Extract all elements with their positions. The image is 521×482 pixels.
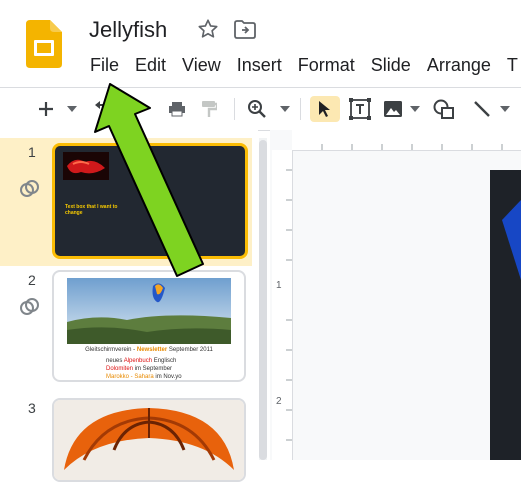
menu-format[interactable]: Format [290, 52, 363, 78]
zoom-icon[interactable] [244, 96, 270, 122]
menu-insert[interactable]: Insert [229, 52, 290, 78]
paraglider-photo [67, 278, 231, 344]
star-icon[interactable] [197, 18, 219, 40]
paint-format-icon[interactable] [198, 96, 220, 122]
jellyfish-image [63, 152, 109, 180]
menu-tools[interactable]: T [499, 52, 521, 78]
slide-thumbnail-1[interactable]: Text box that I want to change [52, 143, 248, 259]
filmstrip-scrollbar[interactable] [259, 140, 267, 460]
zoom-chevron-icon[interactable] [278, 96, 292, 122]
horizontal-ruler [292, 130, 521, 151]
bullet-list [145, 180, 165, 194]
slide-filmstrip: 1 Text box that I want to change 2 Gleit… [0, 130, 258, 482]
undo-icon[interactable] [90, 96, 116, 122]
slide-thumbnail-2[interactable]: Gleitschirmverein - Newsletter September… [52, 270, 246, 382]
slide-canvas-area [270, 130, 521, 460]
select-icon[interactable] [310, 96, 340, 122]
slide-row-3[interactable]: 3 [0, 390, 252, 482]
folder-move-icon[interactable] [234, 20, 256, 40]
shape-icon[interactable] [430, 96, 458, 122]
document-title[interactable]: Jellyfish [89, 17, 167, 43]
line-chevron-icon[interactable] [498, 96, 512, 122]
line-icon[interactable] [468, 96, 496, 122]
slide-row-1[interactable]: 1 Text box that I want to change [0, 138, 252, 266]
chevron-down-icon[interactable] [64, 96, 80, 122]
ruler-mark-2: 2 [276, 396, 282, 407]
image-chevron-icon[interactable] [408, 96, 422, 122]
menu-file[interactable]: File [82, 52, 127, 78]
vertical-ruler: 1 2 [272, 150, 293, 460]
slides-logo-icon[interactable] [26, 20, 62, 68]
link-icon [18, 178, 40, 200]
add-icon[interactable] [30, 96, 62, 122]
slide-number: 3 [28, 400, 36, 416]
orange-paraglider-photo [54, 400, 244, 480]
link-icon [18, 296, 40, 318]
menu-edit[interactable]: Edit [127, 52, 174, 78]
menu-arrange[interactable]: Arrange [419, 52, 499, 78]
menu-slide[interactable]: Slide [363, 52, 419, 78]
toolbar [0, 87, 521, 131]
ruler-mark-1: 1 [276, 280, 282, 291]
slide-number: 1 [28, 144, 36, 160]
print-icon[interactable] [166, 96, 188, 122]
current-slide-canvas[interactable] [490, 170, 521, 460]
menu-view[interactable]: View [174, 52, 229, 78]
slide-thumbnail-3[interactable] [52, 398, 246, 482]
image-icon[interactable] [380, 96, 406, 122]
text-box-icon[interactable] [346, 96, 374, 122]
menu-bar: File Edit View Insert Format Slide Arran… [82, 52, 521, 78]
slide-row-2[interactable]: 2 Gleitschirmverein - Newsletter Septemb… [0, 266, 252, 390]
slide-number: 2 [28, 272, 36, 288]
slide-text-box: Text box that I want to change [65, 204, 118, 216]
slide-2-text: Gleitschirmverein - Newsletter September… [85, 347, 213, 380]
